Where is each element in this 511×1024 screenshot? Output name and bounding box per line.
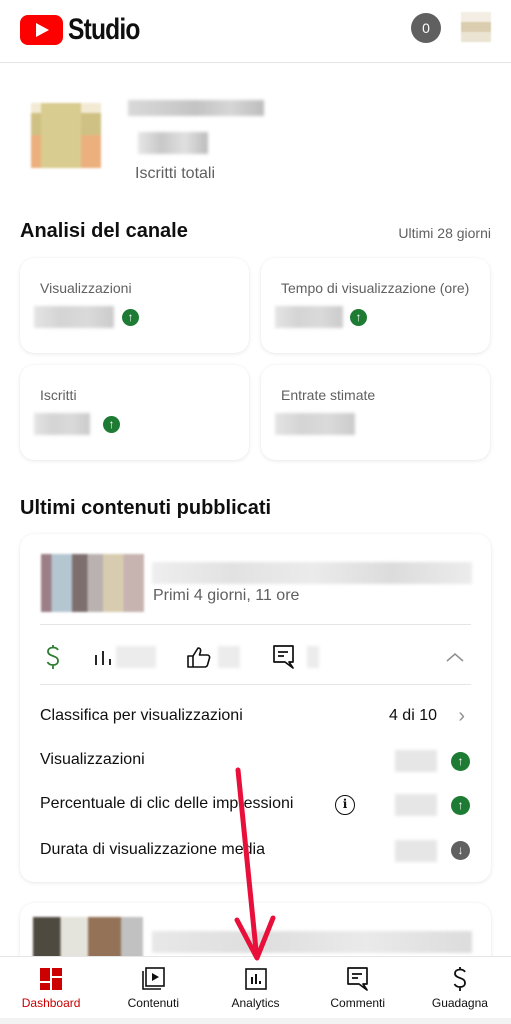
metric-card-views[interactable]: Visualizzazioni ↑ (20, 258, 249, 353)
metric-label: Iscritti (40, 387, 77, 403)
row-label: Durata di visualizzazione media (40, 841, 265, 858)
bottom-navigation: Dashboard Contenuti Analytics Commenti G… (0, 956, 511, 1018)
nav-comments[interactable]: Commenti (307, 957, 409, 1018)
value-redacted (395, 840, 437, 862)
bar-chart-icon (93, 644, 115, 670)
channel-name-redacted (128, 100, 264, 116)
likes-count-redacted (218, 646, 240, 668)
dashboard-icon (38, 966, 64, 992)
comments-count-redacted (307, 646, 319, 668)
row-label: Percentuale di clic delle impressioni (40, 795, 294, 812)
trend-up-icon: ↑ (350, 309, 367, 326)
metric-card-watch-time[interactable]: Tempo di visualizzazione (ore) ↑ (261, 258, 490, 353)
system-bar (0, 1018, 511, 1024)
nav-label: Analytics (231, 996, 280, 1010)
youtube-studio-logo[interactable]: Studio (20, 13, 155, 47)
row-avg-duration: Durata di visualizzazione media ↓ (40, 836, 471, 866)
metric-value-redacted (275, 306, 343, 328)
views-count-redacted (116, 646, 156, 668)
row-label: Visualizzazioni (40, 751, 145, 768)
metric-value-redacted (275, 413, 355, 435)
analytics-icon (243, 966, 269, 992)
subscribers-label: Iscritti totali (135, 165, 216, 182)
trend-up-icon: ↑ (103, 416, 120, 433)
nav-analytics[interactable]: Analytics (204, 957, 306, 1018)
content-icon (140, 966, 166, 992)
info-icon[interactable]: i (335, 795, 355, 815)
metric-label: Tempo di visualizzazione (ore) (281, 280, 470, 296)
metric-label: Visualizzazioni (40, 280, 132, 296)
video-thumbnail[interactable] (41, 554, 144, 612)
video-title-redacted[interactable] (152, 562, 472, 584)
nav-label: Guadagna (431, 996, 488, 1010)
metric-value-redacted (34, 306, 114, 328)
metric-label: Entrate stimate (281, 387, 376, 403)
metric-card-subscribers[interactable]: Iscritti ↑ (20, 365, 249, 460)
youtube-play-icon (20, 15, 63, 45)
video-period: Primi 4 giorni, 11 ore (153, 587, 300, 604)
app-header: Studio 0 (0, 0, 511, 63)
nav-dashboard[interactable]: Dashboard (0, 957, 102, 1018)
latest-video-card: Primi 4 giorni, 11 ore Classifica per vi… (20, 534, 491, 882)
row-ctr: Percentuale di clic delle impressioni i … (40, 790, 471, 820)
nav-label: Dashboard (21, 996, 81, 1010)
latest-content-title: Ultimi contenuti pubblicati (20, 497, 272, 519)
video-title-redacted[interactable] (152, 931, 472, 953)
divider (40, 684, 471, 685)
value-redacted (395, 794, 437, 816)
chevron-up-icon[interactable] (444, 644, 466, 670)
date-range: Ultimi 28 giorni (398, 225, 491, 241)
row-rank[interactable]: Classifica per visualizzazioni 4 di 10 › (40, 702, 471, 732)
channel-analytics-title: Analisi del canale (20, 220, 188, 242)
value-redacted (395, 750, 437, 772)
nav-earn[interactable]: Guadagna (409, 957, 511, 1018)
metric-value-redacted (34, 413, 90, 435)
nav-content[interactable]: Contenuti (102, 957, 204, 1018)
app-name: Studio (68, 13, 140, 46)
channel-avatar (31, 103, 101, 168)
earn-icon (447, 966, 473, 992)
row-views: Visualizzazioni ↑ (40, 746, 471, 776)
trend-up-icon: ↑ (451, 796, 470, 815)
rank-value: 4 di 10 (388, 707, 437, 724)
comment-icon (272, 644, 296, 670)
subscriber-count-redacted (138, 132, 208, 154)
chevron-right-icon: › (458, 705, 465, 727)
metric-card-revenue[interactable]: Entrate stimate (261, 365, 490, 460)
nav-label: Commenti (330, 996, 386, 1010)
trend-up-icon: ↑ (451, 752, 470, 771)
comments-icon (345, 966, 371, 992)
trend-up-icon: ↑ (122, 309, 139, 326)
dollar-icon (42, 644, 64, 670)
thumbs-up-icon (186, 644, 212, 670)
trend-down-icon: ↓ (451, 841, 470, 860)
divider (40, 624, 471, 625)
notifications-badge[interactable]: 0 (411, 13, 441, 43)
nav-label: Contenuti (127, 996, 179, 1010)
row-label: Classifica per visualizzazioni (40, 707, 243, 724)
account-avatar[interactable] (461, 12, 491, 42)
